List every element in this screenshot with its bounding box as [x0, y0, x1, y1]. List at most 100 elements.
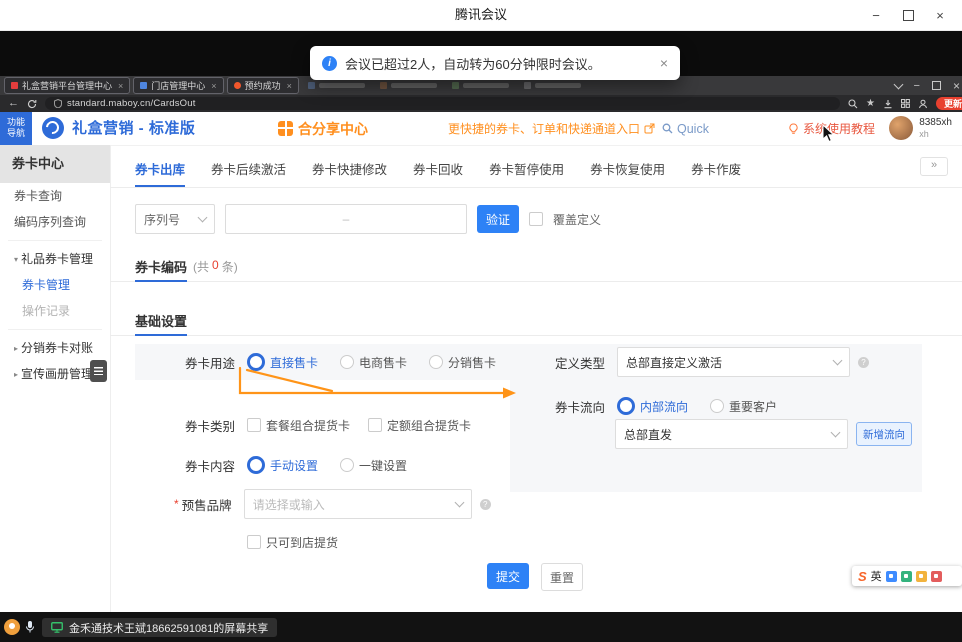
ime-icon-2[interactable] [901, 571, 912, 582]
favicon-red [11, 82, 18, 89]
content-option-onekey[interactable]: 一键设置 [340, 457, 407, 474]
ime-icon-4[interactable] [931, 571, 942, 582]
tab-card-outbound[interactable]: 券卡出库 [135, 153, 185, 187]
sidebar-item-code-sequence-query[interactable]: 编码序列查询 [0, 209, 110, 235]
toast-text: 会议已超过2人，自动转为60分钟限时会议。 [345, 54, 601, 73]
checkbox-icon [247, 535, 261, 549]
maximize-button[interactable] [892, 0, 924, 30]
sidebar-collapse-handle[interactable] [90, 360, 107, 382]
verify-button[interactable]: 验证 [477, 205, 519, 233]
add-flow-button[interactable]: 新增流向 [856, 422, 912, 446]
sidebar: 券卡中心 券卡查询 编码序列查询 ▾礼品券卡管理 券卡管理 操作记录 ▸分销券卡… [0, 145, 111, 612]
minimize-button[interactable]: − [860, 0, 892, 30]
flow-select[interactable]: 总部直发 [615, 419, 848, 449]
help-icon[interactable]: ? [858, 357, 869, 368]
obscured-tab[interactable] [302, 82, 371, 89]
search-icon [662, 123, 673, 134]
browser-close-button[interactable]: × [953, 79, 960, 93]
define-type-select[interactable]: 总部直接定义激活 [617, 347, 850, 377]
serial-type-select[interactable]: 序列号 [135, 204, 215, 234]
zoom-icon[interactable] [848, 99, 858, 109]
tab-title: 预约成功 [245, 79, 281, 92]
tab-list-chevron-icon[interactable] [893, 80, 903, 90]
ime-icon-1[interactable] [886, 571, 897, 582]
ime-icon-3[interactable] [916, 571, 927, 582]
flow-label: 券卡流向 [555, 397, 605, 416]
define-type-row: 定义类型 总部直接定义激活 ? [555, 348, 869, 376]
favicon [452, 82, 459, 89]
help-icon[interactable]: ? [480, 499, 491, 510]
sidebar-group-distribution-reconcile[interactable]: ▸分销券卡对账 [0, 335, 110, 361]
flow-row: 券卡流向 内部流向 重要客户 [555, 392, 799, 420]
tab-close-icon[interactable]: × [211, 81, 216, 91]
tab-title: 礼盒营销平台管理中心 [22, 79, 112, 92]
pickup-option[interactable]: 只可到店提货 [247, 534, 338, 551]
taskbar-user-icon[interactable] [4, 619, 20, 635]
flow-option-vip[interactable]: 重要客户 [710, 398, 777, 415]
option-label: 定额组合提货卡 [387, 417, 471, 434]
obscured-tab[interactable] [446, 82, 515, 89]
sidebar-item-card-query[interactable]: 券卡查询 [0, 183, 110, 209]
browser-tab-2[interactable]: 门店管理中心 × [133, 77, 223, 94]
url-field[interactable]: standard.maboy.cn/CardsOut [45, 97, 840, 110]
browser-maximize-button[interactable] [932, 81, 941, 90]
codes-count: (共 0 条) [193, 258, 238, 275]
browser-minimize-button[interactable]: − [914, 80, 920, 92]
submit-button[interactable]: 提交 [487, 563, 529, 589]
category-option-fixed[interactable]: 定额组合提货卡 [368, 417, 471, 434]
meeting-titlebar: 腾讯会议 − × [0, 0, 962, 31]
sidebar-item-card-management[interactable]: 券卡管理 [0, 272, 110, 298]
back-icon[interactable]: ← [8, 98, 19, 109]
quick-search[interactable]: Quick [662, 112, 709, 145]
close-button[interactable]: × [924, 0, 956, 30]
bookmark-star-icon[interactable]: ★ [866, 99, 875, 109]
browser-tab-3[interactable]: 预约成功 × [227, 77, 299, 94]
avatar[interactable] [889, 116, 913, 140]
quick-entry-link[interactable]: 更快捷的券卡、订单和快递通道入口 [448, 112, 655, 145]
toast-close-icon[interactable]: × [660, 55, 668, 71]
download-icon[interactable] [883, 99, 893, 109]
brand-logo-icon[interactable] [42, 117, 64, 139]
usage-option-ecommerce[interactable]: 电商售卡 [340, 354, 407, 371]
reset-button[interactable]: 重置 [541, 563, 583, 591]
extensions-grid-icon[interactable] [901, 99, 910, 108]
divider [8, 329, 102, 330]
expand-tabs-button[interactable]: » [920, 157, 948, 176]
browser-tab-1[interactable]: 礼盒营销平台管理中心 × [4, 77, 130, 94]
category-row: 券卡类别 套餐组合提货卡 定额组合提货卡 [185, 411, 489, 439]
microphone-icon[interactable] [25, 620, 35, 634]
usage-option-distribution[interactable]: 分销售卡 [429, 354, 496, 371]
tab-card-suspend[interactable]: 券卡暂停使用 [489, 153, 564, 187]
favicon-blue [140, 82, 147, 89]
screen: 腾讯会议 − × 礼盒营销平台管理中心 × 门店管理中心 × 预约成功 × [0, 0, 962, 642]
tab-card-followup-activate[interactable]: 券卡后续激活 [211, 153, 286, 187]
brand-select[interactable]: 请选择或输入 [244, 489, 472, 519]
user-box[interactable]: 8385xh xh [889, 116, 952, 140]
flow-option-internal[interactable]: 内部流向 [617, 397, 688, 415]
serial-range-input[interactable]: – [225, 204, 467, 234]
share-center-link[interactable]: 合分享中心 [278, 112, 368, 145]
tab-card-recycle[interactable]: 券卡回收 [413, 153, 463, 187]
menu-bars-icon [94, 367, 103, 375]
override-checkbox[interactable] [529, 212, 543, 226]
tab-close-icon[interactable]: × [118, 81, 123, 91]
tab-card-resume[interactable]: 券卡恢复使用 [590, 153, 665, 187]
profile-icon[interactable] [918, 99, 928, 109]
brand-name[interactable]: 礼盒营销 - 标准版 [72, 112, 195, 145]
taskbar: 金禾通技术王斌18662591081的屏幕共享 [0, 612, 962, 642]
content-option-manual[interactable]: 手动设置 [247, 456, 318, 474]
sidebar-item-operation-log[interactable]: 操作记录 [0, 298, 110, 324]
obscured-tab[interactable] [374, 82, 443, 89]
obscured-tab[interactable] [518, 82, 587, 89]
refresh-icon[interactable] [27, 99, 37, 109]
ime-logo[interactable]: S [858, 569, 867, 584]
usage-option-direct[interactable]: 直接售卡 [247, 353, 318, 371]
category-option-package[interactable]: 套餐组合提货卡 [247, 417, 350, 434]
tab-close-icon[interactable]: × [287, 81, 292, 91]
tab-card-quick-edit[interactable]: 券卡快捷修改 [312, 153, 387, 187]
ime-mode-toggle[interactable]: 英 [871, 568, 882, 584]
browser-update-button[interactable]: 更新 [936, 97, 962, 110]
tab-card-void[interactable]: 券卡作废 [691, 153, 741, 187]
user-names: 8385xh xh [919, 117, 952, 139]
sidebar-group-gift-card-mgmt[interactable]: ▾礼品券卡管理 [0, 246, 110, 272]
